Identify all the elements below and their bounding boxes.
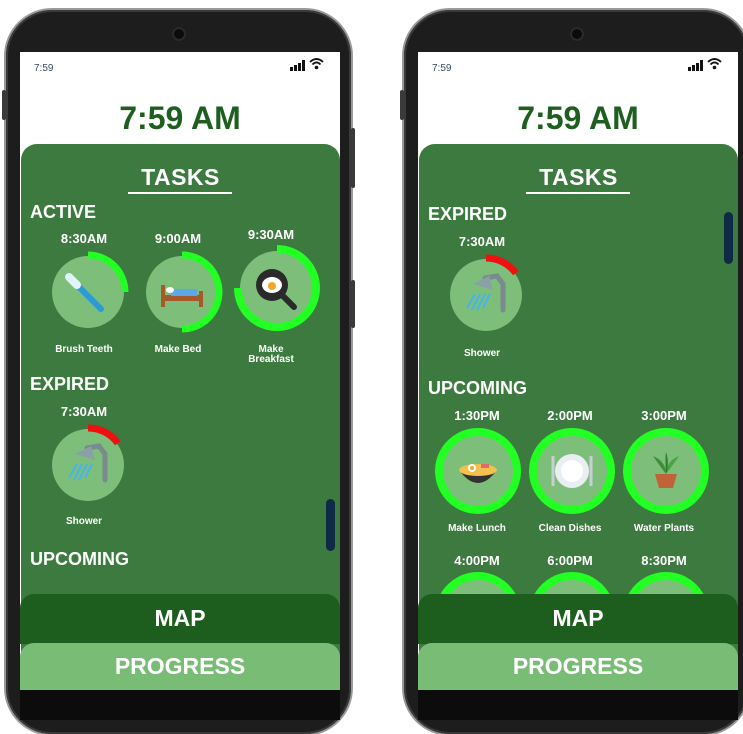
task-button-shower[interactable] [445, 254, 527, 341]
task-label: Clean Dishes [538, 523, 602, 534]
task-time: 2:00PM [547, 408, 593, 423]
phone-screen-right: 7:59 7:59 AM TASKS EXPIRED 7:30AM Shower… [418, 52, 738, 690]
wifi-icon [707, 58, 722, 70]
expired-heading: EXPIRED [30, 374, 110, 394]
task-label: Shower [65, 516, 103, 527]
wifi-icon [309, 58, 324, 70]
status-time: 7:59 [432, 63, 452, 74]
task-time: 7:30AM [458, 234, 506, 249]
task-button-make-lunch[interactable] [435, 428, 521, 519]
task-time: 6:00PM [547, 553, 593, 568]
front-camera [172, 27, 186, 41]
expired-heading: EXPIRED [428, 204, 508, 224]
phone-screen-left: 7:59 7:59 AM TASKS ACTIVE 8:30AM 9:00AM … [20, 52, 340, 690]
scrollbar-thumb[interactable] [724, 212, 733, 264]
task-time: 3:00PM [641, 408, 687, 423]
progress-button[interactable]: PROGRESS [418, 643, 738, 690]
phone-frame-right: 7:59 7:59 AM TASKS EXPIRED 7:30AM Shower… [400, 10, 743, 734]
bottom-bezel [418, 690, 738, 720]
side-button [400, 90, 404, 120]
task-label: Brush Teeth [55, 344, 113, 355]
task-time: 8:30PM [641, 553, 687, 568]
task-time: 4:00PM [454, 553, 500, 568]
task-label: Water Plants [633, 523, 695, 534]
task-button-clean-dishes[interactable] [529, 428, 615, 519]
status-time: 7:59 [34, 63, 54, 74]
task-time: 9:30AM [247, 227, 295, 242]
status-bar: 7:59 [418, 52, 738, 80]
map-button[interactable]: MAP [418, 594, 738, 644]
task-label: Make Lunch [448, 523, 506, 534]
tasks-underline [526, 192, 630, 194]
task-label: Make Bed [154, 344, 202, 355]
task-button-make-bed[interactable] [141, 251, 223, 338]
task-time: 7:30AM [60, 404, 108, 419]
tasks-title: TASKS [539, 164, 618, 190]
task-time: 8:30AM [60, 231, 108, 246]
signal-icon [290, 60, 305, 71]
task-button-make-breakfast[interactable] [234, 245, 320, 336]
active-heading: ACTIVE [30, 202, 97, 222]
task-label: Shower [463, 348, 501, 359]
task-button-brush-teeth[interactable] [47, 251, 129, 338]
task-time: 9:00AM [154, 231, 202, 246]
volume-button [351, 128, 355, 188]
map-button[interactable]: MAP [20, 594, 340, 644]
task-button-water-plants[interactable] [623, 428, 709, 519]
bottom-bezel [20, 690, 340, 720]
front-camera [570, 27, 584, 41]
clock: 7:59 AM [517, 100, 639, 136]
tasks-title: TASKS [141, 164, 220, 190]
upcoming-heading: UPCOMING [30, 549, 129, 569]
tasks-underline [128, 192, 232, 194]
upcoming-heading: UPCOMING [428, 378, 527, 398]
phone-frame-left: 7:59 7:59 AM TASKS ACTIVE 8:30AM 9:00AM … [2, 10, 355, 734]
task-label: Make Breakfast [248, 344, 294, 365]
power-button [351, 280, 355, 328]
signal-icon [688, 60, 703, 71]
task-time: 1:30PM [454, 408, 500, 423]
progress-button[interactable]: PROGRESS [20, 643, 340, 690]
status-bar: 7:59 [20, 52, 340, 80]
scrollbar-thumb[interactable] [326, 499, 335, 551]
task-button-shower[interactable] [47, 424, 129, 511]
clock: 7:59 AM [119, 100, 241, 136]
side-button [2, 90, 6, 120]
